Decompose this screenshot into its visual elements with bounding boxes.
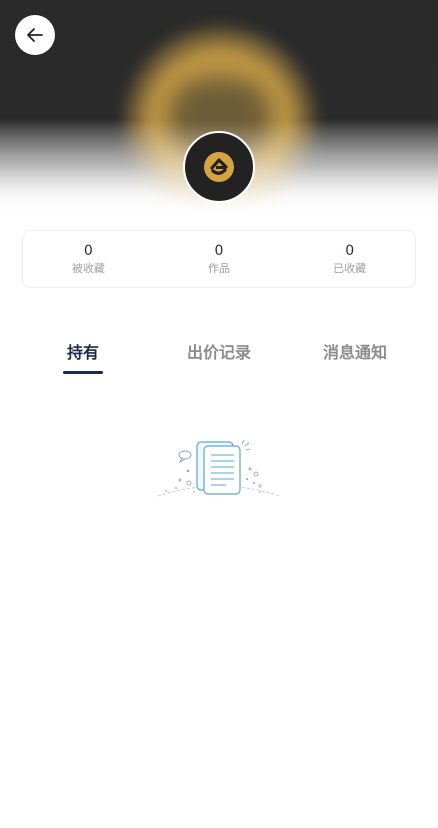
tab-bar: 持有 出价记录 消息通知 [0,338,438,378]
active-tab-indicator [63,371,103,374]
stat-value: 0 [83,243,93,259]
back-button[interactable] [15,15,55,55]
brand-logo-icon [204,152,234,182]
stats-panel: 0 被收藏 0 作品 0 已收藏 [22,230,416,288]
avatar[interactable] [183,131,255,203]
tab-holdings[interactable]: 持有 [67,338,99,368]
stat-label: 被收藏 [71,262,105,275]
tab-notifications[interactable]: 消息通知 [323,338,387,368]
arrow-left-icon [27,28,43,42]
stat-label: 作品 [208,262,230,275]
stat-favorited[interactable]: 0 被收藏 [23,231,154,287]
empty-state [156,436,282,502]
stat-works[interactable]: 0 作品 [154,231,285,287]
stat-value: 0 [345,243,355,259]
empty-documents-icon [157,439,281,497]
stat-collected[interactable]: 0 已收藏 [284,231,415,287]
stat-value: 0 [214,243,224,259]
stat-label: 已收藏 [333,262,367,275]
tab-bid-history[interactable]: 出价记录 [187,338,251,368]
